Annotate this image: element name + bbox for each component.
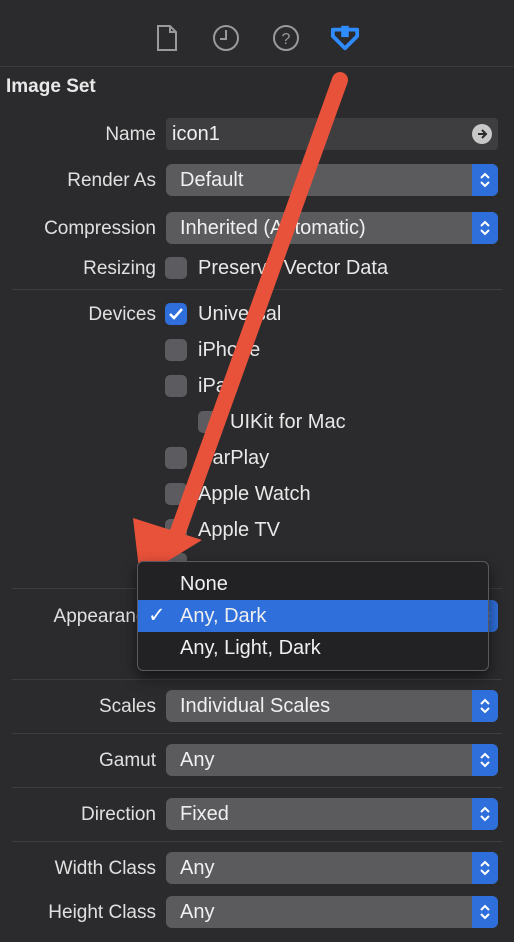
menu-item-none[interactable]: None [138, 568, 488, 600]
menu-item-label: None [180, 573, 228, 595]
menu-item-label: Any, Dark [180, 605, 267, 627]
appearance-menu: None ✓ Any, Dark Any, Light, Dark [137, 561, 489, 671]
menu-item-any-dark[interactable]: ✓ Any, Dark [138, 600, 488, 632]
annotation-arrow [133, 72, 348, 578]
menu-item-label: Any, Light, Dark [180, 637, 321, 659]
menu-item-any-light-dark[interactable]: Any, Light, Dark [138, 632, 488, 664]
checkmark-icon: ✓ [148, 604, 166, 627]
